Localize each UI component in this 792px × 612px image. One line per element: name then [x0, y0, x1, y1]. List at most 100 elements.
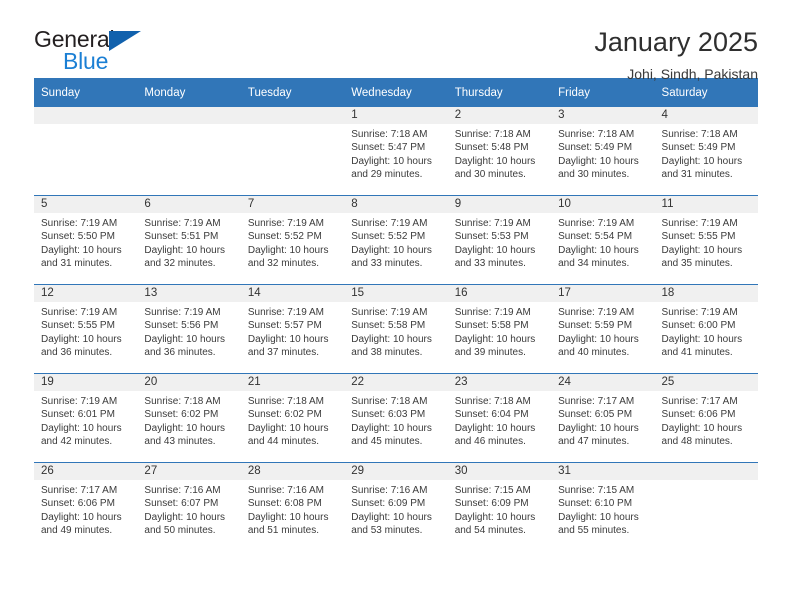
sunrise-text: Sunrise: 7:18 AM	[247, 396, 324, 407]
sunrise-text: Sunrise: 7:17 AM	[558, 396, 635, 407]
day-cell[interactable]: 13 Sunrise: 7:19 AM Sunset: 5:56 PM Dayl…	[137, 284, 241, 374]
day-cell[interactable]: 14 Sunrise: 7:19 AM Sunset: 5:57 PM Dayl…	[240, 284, 345, 374]
sunrise-text: Sunrise: 7:17 AM	[41, 485, 118, 496]
day-cell[interactable]: 29 Sunrise: 7:16 AM Sunset: 6:09 PM Dayl…	[344, 462, 448, 551]
sunset-text: Sunset: 6:00 PM	[661, 320, 736, 332]
day-cell[interactable]: 21 Sunrise: 7:18 AM Sunset: 6:02 PM Dayl…	[240, 373, 345, 463]
sunrise-text: Sunrise: 7:19 AM	[41, 396, 118, 407]
sunset-text: Sunset: 6:10 PM	[558, 498, 633, 510]
day-cell[interactable]: 16 Sunrise: 7:19 AM Sunset: 5:58 PM Dayl…	[447, 284, 552, 374]
sunset-text: Sunset: 5:53 PM	[454, 231, 529, 243]
day-cell[interactable]: 20 Sunrise: 7:18 AM Sunset: 6:02 PM Dayl…	[137, 373, 241, 463]
sunset-text: Sunset: 5:48 PM	[454, 142, 529, 154]
daylight-text-line1: Daylight: 10 hours	[454, 155, 536, 167]
daylight-text-line2: and 39 minutes.	[454, 346, 526, 358]
day-cell[interactable]: 9 Sunrise: 7:19 AM Sunset: 5:53 PM Dayli…	[447, 195, 552, 285]
day-details: Sunrise: 7:19 AM Sunset: 5:52 PM Dayligh…	[241, 213, 344, 270]
daylight-text-line1: Daylight: 10 hours	[661, 155, 743, 167]
daylight-text-line2: and 43 minutes.	[144, 435, 216, 447]
day-cell[interactable]: 26 Sunrise: 7:17 AM Sunset: 6:06 PM Dayl…	[34, 462, 138, 551]
day-cell[interactable]: 27 Sunrise: 7:16 AM Sunset: 6:07 PM Dayl…	[137, 462, 241, 551]
daylight-text-line2: and 30 minutes.	[454, 168, 526, 180]
day-details: Sunrise: 7:18 AM Sunset: 5:49 PM Dayligh…	[551, 124, 654, 181]
sunset-text: Sunset: 6:02 PM	[247, 409, 322, 421]
weekday-header-monday: Monday	[137, 78, 241, 107]
day-cell[interactable]: 2 Sunrise: 7:18 AM Sunset: 5:48 PM Dayli…	[447, 107, 552, 196]
daylight-text-line2: and 34 minutes.	[558, 257, 630, 269]
day-cell[interactable]: 1 Sunrise: 7:18 AM Sunset: 5:47 PM Dayli…	[344, 107, 448, 196]
day-cell[interactable]: 22 Sunrise: 7:18 AM Sunset: 6:03 PM Dayl…	[344, 373, 448, 463]
day-details: Sunrise: 7:19 AM Sunset: 5:55 PM Dayligh…	[34, 302, 137, 359]
day-cell-19: 19 Sunrise: 7:19 AM Sunset: 6:01 PM Dayl…	[34, 374, 138, 462]
sunrise-text: Sunrise: 7:19 AM	[661, 307, 738, 318]
general-blue-logo[interactable]: General Blue	[34, 26, 164, 78]
day-cell[interactable]: 5 Sunrise: 7:19 AM Sunset: 5:50 PM Dayli…	[34, 195, 138, 285]
day-cell[interactable]: 4 Sunrise: 7:18 AM Sunset: 5:49 PM Dayli…	[654, 107, 758, 196]
sunset-text: Sunset: 6:06 PM	[661, 409, 736, 421]
sunrise-text: Sunrise: 7:19 AM	[41, 218, 118, 229]
day-cell[interactable]: 6 Sunrise: 7:19 AM Sunset: 5:51 PM Dayli…	[137, 195, 241, 285]
day-cell[interactable]: 25 Sunrise: 7:17 AM Sunset: 6:06 PM Dayl…	[654, 373, 758, 463]
sunset-text: Sunset: 5:49 PM	[558, 142, 633, 154]
day-cell-4: 4 Sunrise: 7:18 AM Sunset: 5:49 PM Dayli…	[654, 107, 758, 195]
day-cell[interactable]: 28 Sunrise: 7:16 AM Sunset: 6:08 PM Dayl…	[240, 462, 345, 551]
day-cell[interactable]: 10 Sunrise: 7:19 AM Sunset: 5:54 PM Dayl…	[551, 195, 655, 285]
daylight-text-line1: Daylight: 10 hours	[454, 422, 536, 434]
day-details: Sunrise: 7:18 AM Sunset: 5:48 PM Dayligh…	[448, 124, 551, 181]
page-title: January 2025	[594, 27, 758, 57]
sunrise-text: Sunrise: 7:19 AM	[144, 307, 221, 318]
weekday-header-thursday: Thursday	[447, 78, 552, 107]
day-cell[interactable]	[240, 107, 345, 196]
day-number: 17	[551, 285, 655, 302]
daylight-text-line2: and 33 minutes.	[351, 257, 423, 269]
daylight-text-line2: and 38 minutes.	[351, 346, 423, 358]
sunset-text: Sunset: 6:02 PM	[144, 409, 219, 421]
day-cell[interactable]	[137, 107, 241, 196]
day-cell[interactable]: 23 Sunrise: 7:18 AM Sunset: 6:04 PM Dayl…	[447, 373, 552, 463]
day-number: 24	[551, 374, 655, 391]
day-cell-18: 18 Sunrise: 7:19 AM Sunset: 6:00 PM Dayl…	[654, 285, 758, 373]
sunrise-text: Sunrise: 7:19 AM	[454, 307, 531, 318]
sunrise-text: Sunrise: 7:16 AM	[247, 485, 324, 496]
daylight-text-line2: and 31 minutes.	[661, 168, 733, 180]
day-cell-13: 13 Sunrise: 7:19 AM Sunset: 5:56 PM Dayl…	[137, 285, 241, 373]
day-cell-1: 1 Sunrise: 7:18 AM Sunset: 5:47 PM Dayli…	[344, 107, 448, 195]
day-cell[interactable]: 17 Sunrise: 7:19 AM Sunset: 5:59 PM Dayl…	[551, 284, 655, 374]
sunset-text: Sunset: 6:06 PM	[41, 498, 115, 510]
daylight-text-line2: and 50 minutes.	[144, 524, 216, 536]
day-cell[interactable]: 30 Sunrise: 7:15 AM Sunset: 6:09 PM Dayl…	[447, 462, 552, 551]
day-cell[interactable]: 12 Sunrise: 7:19 AM Sunset: 5:55 PM Dayl…	[34, 284, 138, 374]
day-details: Sunrise: 7:19 AM Sunset: 5:53 PM Dayligh…	[448, 213, 551, 270]
day-cell[interactable]: 19 Sunrise: 7:19 AM Sunset: 6:01 PM Dayl…	[34, 373, 138, 463]
day-cell[interactable]	[34, 107, 138, 196]
day-cell[interactable]	[654, 462, 758, 551]
sunrise-text: Sunrise: 7:18 AM	[454, 129, 531, 140]
day-details: Sunrise: 7:19 AM Sunset: 5:56 PM Dayligh…	[137, 302, 240, 359]
day-cell[interactable]: 3 Sunrise: 7:18 AM Sunset: 5:49 PM Dayli…	[551, 107, 655, 196]
day-cell[interactable]: 18 Sunrise: 7:19 AM Sunset: 6:00 PM Dayl…	[654, 284, 758, 374]
day-cell-empty	[240, 107, 345, 195]
daylight-text-line2: and 29 minutes.	[351, 168, 423, 180]
day-cell[interactable]: 15 Sunrise: 7:19 AM Sunset: 5:58 PM Dayl…	[344, 284, 448, 374]
day-cell-21: 21 Sunrise: 7:18 AM Sunset: 6:02 PM Dayl…	[240, 374, 345, 462]
sunrise-sunset-calendar: Sunday Monday Tuesday Wednesday Thursday…	[34, 78, 758, 551]
day-number: 4	[654, 107, 758, 124]
sunrise-text: Sunrise: 7:16 AM	[144, 485, 221, 496]
day-cell[interactable]: 8 Sunrise: 7:19 AM Sunset: 5:52 PM Dayli…	[344, 195, 448, 285]
day-cell[interactable]: 24 Sunrise: 7:17 AM Sunset: 6:05 PM Dayl…	[551, 373, 655, 463]
day-details: Sunrise: 7:18 AM Sunset: 6:03 PM Dayligh…	[344, 391, 447, 448]
daylight-text-line2: and 41 minutes.	[661, 346, 733, 358]
day-details: Sunrise: 7:18 AM Sunset: 5:49 PM Dayligh…	[655, 124, 758, 181]
day-cell[interactable]: 11 Sunrise: 7:19 AM Sunset: 5:55 PM Dayl…	[654, 195, 758, 285]
daylight-text-line1: Daylight: 10 hours	[661, 333, 743, 345]
daylight-text-line1: Daylight: 10 hours	[144, 333, 226, 345]
daylight-text-line2: and 37 minutes.	[247, 346, 320, 358]
day-cell[interactable]: 7 Sunrise: 7:19 AM Sunset: 5:52 PM Dayli…	[240, 195, 345, 285]
day-cell-27: 27 Sunrise: 7:16 AM Sunset: 6:07 PM Dayl…	[137, 463, 241, 551]
day-cell[interactable]: 31 Sunrise: 7:15 AM Sunset: 6:10 PM Dayl…	[551, 462, 655, 551]
day-details: Sunrise: 7:15 AM Sunset: 6:09 PM Dayligh…	[448, 480, 551, 537]
day-cell-15: 15 Sunrise: 7:19 AM Sunset: 5:58 PM Dayl…	[344, 285, 448, 373]
day-number: 12	[34, 285, 138, 302]
day-number: 22	[344, 374, 448, 391]
daylight-text-line1: Daylight: 10 hours	[351, 422, 432, 434]
